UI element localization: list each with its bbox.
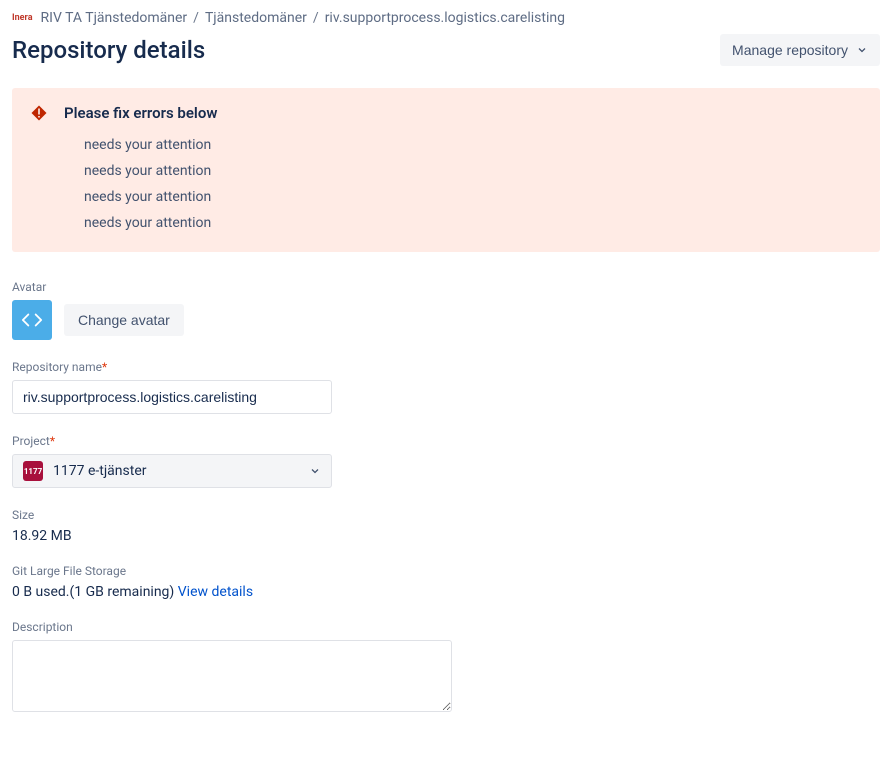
required-indicator: *: [102, 360, 107, 374]
repo-name-section: Repository name*: [12, 360, 880, 414]
page-title: Repository details: [12, 36, 205, 64]
lfs-section: Git Large File Storage 0 B used.(1 GB re…: [12, 564, 880, 600]
error-list: needs your attention needs your attentio…: [30, 132, 862, 236]
breadcrumb: Inera RIV TA Tjänstedomäner / Tjänstedom…: [12, 10, 880, 26]
code-icon: [21, 309, 43, 331]
size-label: Size: [12, 508, 880, 522]
breadcrumb-link-2[interactable]: riv.supportprocess.logistics.carelisting: [325, 10, 565, 26]
repo-name-label: Repository name*: [12, 360, 880, 374]
error-item: needs your attention: [84, 210, 862, 236]
description-section: Description: [12, 620, 880, 716]
manage-repository-button[interactable]: Manage repository: [720, 34, 880, 66]
manage-repository-label: Manage repository: [732, 42, 848, 58]
project-select[interactable]: 1177 1177 e-tjänster: [12, 454, 332, 488]
breadcrumb-link-1[interactable]: Tjänstedomäner: [205, 10, 307, 26]
project-icon: 1177: [23, 461, 43, 481]
avatar-preview: [12, 300, 52, 340]
error-title: Please fix errors below: [64, 104, 217, 122]
change-avatar-button[interactable]: Change avatar: [64, 304, 184, 336]
size-value: 18.92 MB: [12, 528, 880, 544]
breadcrumb-logo: Inera: [12, 13, 33, 23]
error-item: needs your attention: [84, 158, 862, 184]
repo-name-input[interactable]: [12, 380, 332, 414]
breadcrumb-separator: /: [193, 10, 199, 26]
error-item: needs your attention: [84, 184, 862, 210]
lfs-label: Git Large File Storage: [12, 564, 880, 578]
chevron-down-icon: [856, 44, 868, 56]
size-section: Size 18.92 MB: [12, 508, 880, 544]
breadcrumb-link-0[interactable]: RIV TA Tjänstedomäner: [41, 10, 188, 26]
required-indicator: *: [50, 434, 55, 448]
lfs-used-text: 0 B used.(1 GB remaining): [12, 584, 178, 600]
project-name: 1177 e-tjänster: [53, 463, 147, 479]
project-label: Project*: [12, 434, 880, 448]
view-details-link[interactable]: View details: [178, 584, 253, 600]
error-icon: [30, 104, 48, 122]
description-label: Description: [12, 620, 880, 634]
header-row: Repository details Manage repository: [12, 34, 880, 66]
error-panel: Please fix errors below needs your atten…: [12, 88, 880, 252]
chevron-down-icon: [309, 465, 321, 477]
avatar-label: Avatar: [12, 280, 880, 294]
description-input[interactable]: [12, 640, 452, 712]
avatar-section: Avatar Change avatar: [12, 280, 880, 340]
breadcrumb-separator: /: [313, 10, 319, 26]
project-section: Project* 1177 1177 e-tjänster: [12, 434, 880, 488]
project-select-content: 1177 1177 e-tjänster: [23, 461, 147, 481]
error-item: needs your attention: [84, 132, 862, 158]
avatar-row: Change avatar: [12, 300, 880, 340]
lfs-value-row: 0 B used.(1 GB remaining) View details: [12, 584, 880, 600]
error-header: Please fix errors below: [30, 104, 862, 122]
